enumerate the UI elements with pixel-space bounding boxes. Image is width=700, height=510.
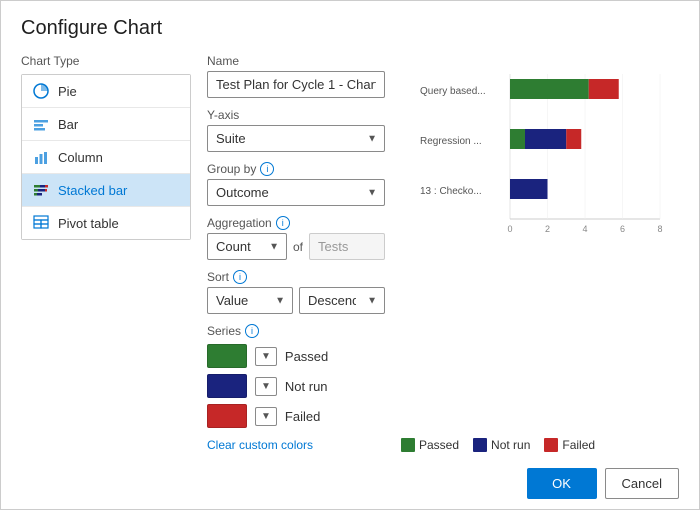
name-input[interactable] — [207, 71, 385, 98]
dialog-footer: OK Cancel — [21, 456, 679, 499]
series-failed-color[interactable] — [207, 404, 247, 428]
series-notrun-dropdown[interactable]: ▼ — [255, 377, 277, 396]
groupby-info-icon[interactable]: i — [260, 162, 274, 176]
pie-icon — [32, 82, 50, 100]
legend-passed-color — [401, 438, 415, 452]
chart-type-pivot[interactable]: Pivot table — [22, 207, 190, 239]
series-info-icon[interactable]: i — [245, 324, 259, 338]
legend-notrun: Not run — [473, 438, 530, 452]
bar-icon — [32, 115, 50, 133]
ok-button[interactable]: OK — [527, 468, 597, 499]
chart-legend: Passed Not run Failed — [401, 438, 679, 452]
chart-type-column-label: Column — [58, 150, 103, 165]
preview-panel: Query based... Regression ... 13 : Check… — [401, 54, 679, 452]
legend-failed-label: Failed — [562, 438, 595, 452]
svg-text:Regression ...: Regression ... — [420, 136, 482, 147]
legend-failed: Failed — [544, 438, 595, 452]
sort-value-wrapper: Value ▼ — [207, 287, 293, 314]
chart-area: Query based... Regression ... 13 : Check… — [401, 54, 679, 430]
svg-text:6: 6 — [620, 224, 625, 234]
series-not-run: ▼ Not run — [207, 374, 385, 398]
stacked-bar-icon — [32, 181, 50, 199]
chart-type-stacked-bar[interactable]: Stacked bar — [22, 174, 190, 207]
sort-label: Sort i — [207, 270, 385, 284]
sort-info-icon[interactable]: i — [233, 270, 247, 284]
chart-type-label: Chart Type — [21, 54, 191, 68]
aggregation-label: Aggregation i — [207, 216, 385, 230]
aggregation-of-label: of — [293, 240, 303, 254]
configure-chart-dialog: Configure Chart Chart Type Pie — [0, 0, 700, 510]
svg-text:2: 2 — [545, 224, 550, 234]
legend-notrun-label: Not run — [491, 438, 530, 452]
svg-text:8: 8 — [657, 224, 662, 234]
series-label: Series i — [207, 324, 385, 338]
yaxis-select-wrapper: Suite ▼ — [207, 125, 385, 152]
chart-type-column[interactable]: Column — [22, 141, 190, 174]
svg-text:4: 4 — [582, 224, 587, 234]
yaxis-select[interactable]: Suite — [207, 125, 385, 152]
legend-passed-label: Passed — [419, 438, 459, 452]
sort-row: Value ▼ Descending ▼ — [207, 287, 385, 314]
chart-type-pie[interactable]: Pie — [22, 75, 190, 108]
svg-text:13 : Checko...: 13 : Checko... — [420, 186, 482, 197]
chart-type-pie-label: Pie — [58, 84, 77, 99]
dialog-body: Chart Type Pie — [21, 54, 679, 452]
chart-type-pivot-label: Pivot table — [58, 216, 119, 231]
series-failed-dropdown[interactable]: ▼ — [255, 407, 277, 426]
name-label: Name — [207, 54, 385, 68]
dialog-title: Configure Chart — [21, 17, 679, 40]
groupby-select-wrapper: Outcome ▼ — [207, 179, 385, 206]
series-passed-label: Passed — [285, 349, 328, 364]
agg-select-wrapper: Count ▼ — [207, 233, 287, 260]
chart-type-list: Pie Bar — [21, 74, 191, 240]
legend-notrun-color — [473, 438, 487, 452]
series-failed-label: Failed — [285, 409, 320, 424]
column-icon — [32, 148, 50, 166]
groupby-label: Group by i — [207, 162, 385, 176]
sort-direction-wrapper: Descending ▼ — [299, 287, 385, 314]
chart-type-stacked-bar-label: Stacked bar — [58, 183, 127, 198]
chart-type-panel: Chart Type Pie — [21, 54, 191, 452]
chart-svg: Query based... Regression ... 13 : Check… — [401, 64, 679, 264]
series-failed: ▼ Failed — [207, 404, 385, 428]
aggregation-field-input — [309, 233, 385, 260]
series-passed: ▼ Passed — [207, 344, 385, 368]
chart-type-bar-label: Bar — [58, 117, 78, 132]
aggregation-row: Count ▼ of — [207, 233, 385, 260]
groupby-select[interactable]: Outcome — [207, 179, 385, 206]
legend-passed: Passed — [401, 438, 459, 452]
config-panel: Name Y-axis Suite ▼ Group by i Outcome — [191, 54, 401, 452]
sort-direction-select[interactable]: Descending — [299, 287, 385, 314]
sort-value-select[interactable]: Value — [207, 287, 293, 314]
aggregation-select[interactable]: Count — [207, 233, 287, 260]
chart-type-bar[interactable]: Bar — [22, 108, 190, 141]
series-notrun-color[interactable] — [207, 374, 247, 398]
svg-text:Query based...: Query based... — [420, 86, 486, 97]
svg-text:0: 0 — [507, 224, 512, 234]
series-passed-color[interactable] — [207, 344, 247, 368]
aggregation-info-icon[interactable]: i — [276, 216, 290, 230]
clear-colors-link[interactable]: Clear custom colors — [207, 438, 313, 452]
legend-failed-color — [544, 438, 558, 452]
yaxis-label: Y-axis — [207, 108, 385, 122]
series-notrun-label: Not run — [285, 379, 328, 394]
series-passed-dropdown[interactable]: ▼ — [255, 347, 277, 366]
cancel-button[interactable]: Cancel — [605, 468, 679, 499]
pivot-icon — [32, 214, 50, 232]
